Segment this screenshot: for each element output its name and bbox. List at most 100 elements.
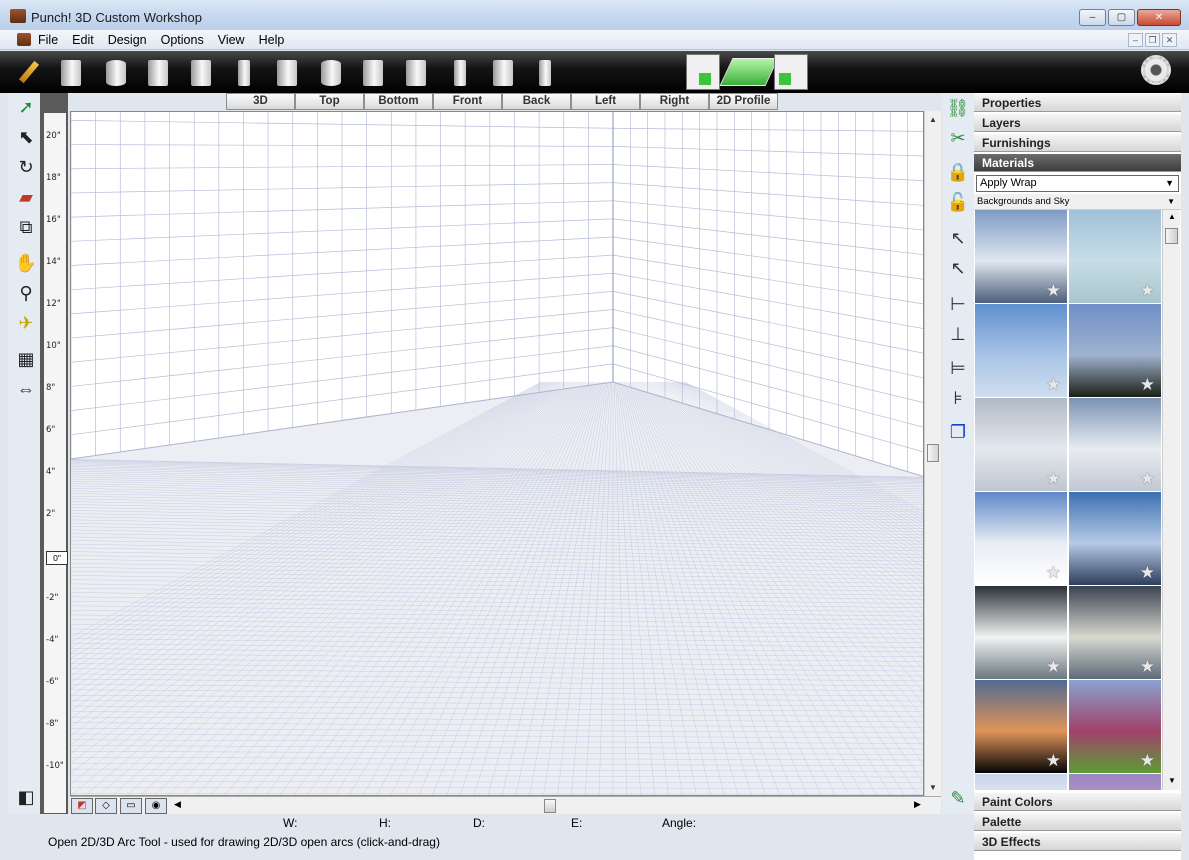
align-center-icon[interactable]: ⊥ (946, 321, 970, 347)
favorite-star-icon[interactable]: ★ (1046, 657, 1061, 677)
apply-mode-select[interactable]: Apply Wrap ▼ (976, 175, 1179, 192)
sky-sunset-clouds-swatch[interactable]: ★ (1069, 586, 1161, 680)
menu-view[interactable]: View (218, 33, 245, 47)
swatch-scrollbar[interactable]: ▲ ▼ (1162, 210, 1180, 790)
scale-icon[interactable]: ⧉ (14, 215, 38, 239)
distribute-vertical-icon[interactable]: ⊧ (946, 385, 970, 411)
horizontal-scroll-thumb[interactable] (544, 799, 556, 813)
favorite-star-icon[interactable]: ★ (1140, 375, 1155, 395)
palette-header[interactable]: Palette (974, 812, 1181, 831)
tab-3d[interactable]: 3D (226, 93, 295, 110)
tab-top[interactable]: Top (295, 93, 364, 110)
sky-meadow-swatch[interactable]: ★ (1069, 680, 1161, 774)
sky-cumulus-swatch[interactable]: ★ (975, 210, 1068, 304)
3d-effects-header[interactable]: 3D Effects (974, 832, 1181, 851)
right-wall-view-icon[interactable] (774, 54, 808, 90)
tab-left[interactable]: Left (571, 93, 640, 110)
wireframe-icon[interactable]: ◇ (95, 798, 117, 814)
doc-restore-button[interactable]: ❐ (1145, 33, 1160, 47)
layer-order-icon[interactable]: ❐ (946, 419, 970, 445)
half-cylinder-shape-button[interactable] (318, 57, 344, 87)
favorite-star-icon[interactable]: ★ (1140, 563, 1155, 583)
floor-view-icon[interactable] (719, 58, 779, 86)
menu-design[interactable]: Design (108, 33, 147, 47)
fold-shape-button[interactable] (274, 57, 300, 87)
favorite-star-icon[interactable]: ★ (1046, 751, 1061, 771)
sky-pale-blue-swatch[interactable]: ★ (1069, 210, 1161, 304)
rotate-icon[interactable]: ↻ (14, 155, 38, 179)
sky-overcast-swatch[interactable]: ★ (975, 398, 1068, 492)
thin-panel-shape-button[interactable] (532, 57, 558, 87)
link-icon[interactable]: ⛓ (946, 95, 970, 121)
properties-header[interactable]: Properties (974, 93, 1181, 112)
scroll-up-icon[interactable]: ▲ (929, 115, 937, 124)
distribute-icon[interactable]: ⊨ (946, 355, 970, 381)
tab-front[interactable]: Front (433, 93, 502, 110)
favorite-star-icon[interactable]: ★ (1046, 375, 1061, 395)
wedge-shape-button[interactable] (231, 57, 257, 87)
snap-red-icon[interactable]: ↖ (946, 225, 970, 251)
eraser-icon[interactable]: ▰ (14, 185, 38, 209)
scroll-down-icon[interactable]: ▼ (929, 783, 937, 792)
gear-icon[interactable] (1141, 55, 1171, 85)
sky-fluffy-clouds-swatch[interactable]: ★ (975, 492, 1068, 586)
unlink-icon[interactable]: ✂ (946, 125, 970, 151)
unlock-icon[interactable]: 🔓 (946, 189, 970, 215)
sky-purple-dusk-swatch[interactable]: ★ (1069, 774, 1161, 790)
align-left-icon[interactable]: ⊢ (946, 291, 970, 317)
sky-clouds-top-swatch[interactable]: ★ (975, 774, 1068, 790)
viewport-vertical-scrollbar[interactable]: ▲ ▼ (924, 111, 941, 796)
menu-help[interactable]: Help (259, 33, 285, 47)
step-shape-button[interactable] (360, 57, 386, 87)
favorite-star-icon[interactable]: ★ (1046, 281, 1061, 301)
3d-viewport[interactable] (70, 111, 924, 796)
left-wall-view-icon[interactable] (686, 54, 720, 90)
vertical-scroll-thumb[interactable] (927, 444, 939, 462)
doc-close-button[interactable]: ✕ (1162, 33, 1177, 47)
curve-shape-button[interactable] (403, 57, 429, 87)
eye-icon[interactable]: ◉ (145, 798, 167, 814)
layers-header[interactable]: Layers (974, 113, 1181, 132)
sky-storm-sun-swatch[interactable]: ★ (975, 586, 1068, 680)
paint-colors-header[interactable]: Paint Colors (974, 792, 1181, 811)
snap-green-icon[interactable]: ↖ (946, 255, 970, 281)
favorite-star-icon[interactable]: ★ (1140, 469, 1155, 489)
materials-header[interactable]: Materials (974, 153, 1181, 172)
ruler-zero-marker[interactable]: 0" (46, 551, 68, 565)
sky-light-blue-swatch[interactable]: ★ (975, 304, 1068, 398)
document-icon[interactable] (17, 33, 31, 46)
maximize-button[interactable]: ▢ (1108, 9, 1135, 26)
menu-file[interactable]: File (38, 33, 58, 47)
panel-shape-button[interactable] (490, 57, 516, 87)
sky-grey-clouds-swatch[interactable]: ★ (1069, 398, 1161, 492)
render-mode-icon[interactable]: ◩ (71, 798, 93, 814)
grid-select-icon[interactable]: ▦ (14, 347, 38, 371)
l-shape-button[interactable] (188, 57, 214, 87)
favorite-star-icon[interactable]: ★ (1140, 657, 1155, 677)
favorite-star-icon[interactable]: ★ (1140, 281, 1155, 301)
scroll-down-icon[interactable]: ▼ (1168, 776, 1176, 785)
select-arrow-icon[interactable]: ➚ (14, 95, 38, 119)
multi-select-icon[interactable]: ⬉ (14, 125, 38, 149)
corner-marker-icon[interactable]: ◧ (14, 785, 38, 809)
doc-minimize-button[interactable]: – (1128, 33, 1143, 47)
scroll-right-icon[interactable]: ▶ (914, 799, 921, 810)
zoom-icon[interactable]: ⚲ (14, 281, 38, 305)
lock-icon[interactable]: 🔒 (946, 159, 970, 185)
scroll-left-icon[interactable]: ◀ (174, 799, 181, 810)
close-button[interactable]: ✕ (1137, 9, 1181, 26)
tab-2d-profile[interactable]: 2D Profile (709, 93, 778, 110)
eyedropper-icon[interactable]: ✎ (946, 785, 970, 811)
sky-sunset-swatch[interactable]: ★ (975, 680, 1068, 774)
grid-stretch-icon[interactable]: ⇔ (14, 377, 38, 401)
sky-dusk-trees-swatch[interactable]: ★ (1069, 304, 1161, 398)
tab-back[interactable]: Back (502, 93, 571, 110)
favorite-star-icon[interactable]: ★ (1046, 563, 1061, 583)
box-view-icon[interactable]: ▭ (120, 798, 142, 814)
menu-options[interactable]: Options (161, 33, 204, 47)
favorite-star-icon[interactable]: ★ (1046, 469, 1061, 489)
minimize-button[interactable]: – (1079, 9, 1106, 26)
pencil-icon[interactable] (16, 58, 42, 86)
prism-shape-button[interactable] (145, 57, 171, 87)
furnishings-header[interactable]: Furnishings (974, 133, 1181, 152)
